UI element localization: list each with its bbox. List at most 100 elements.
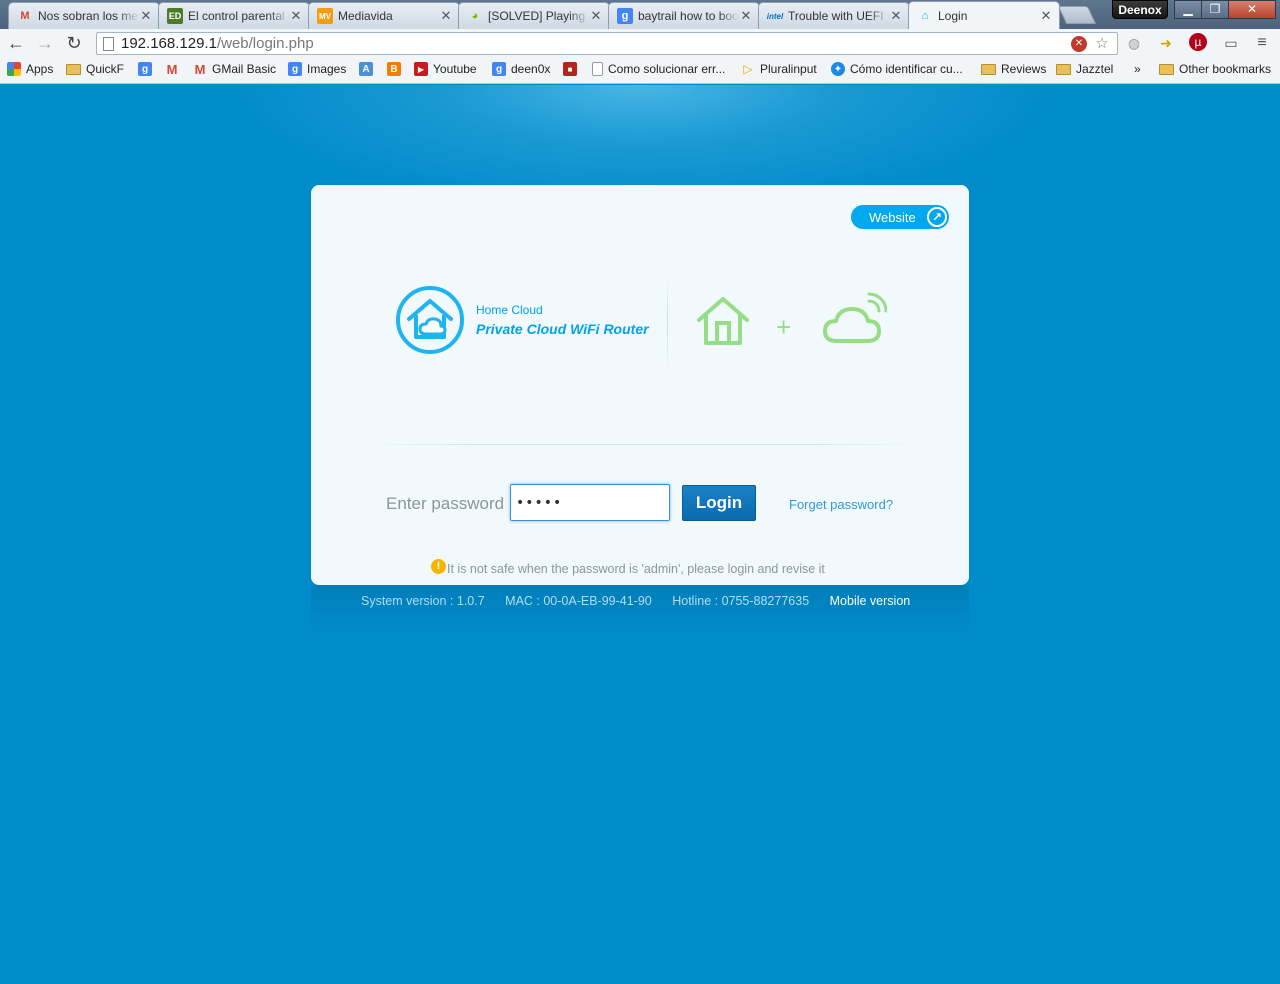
bookmark-apps[interactable]: Apps — [7, 62, 53, 76]
mobile-version-link[interactable]: Mobile version — [830, 594, 911, 608]
bookmark-como-identificar[interactable]: ✦ Cómo identificar cu... — [831, 62, 963, 76]
close-tab-icon[interactable]: ✕ — [139, 8, 153, 24]
translate-icon: A — [359, 62, 373, 76]
warning-icon: ! — [431, 559, 446, 574]
brand-title: Private Cloud WiFi Router — [476, 321, 649, 337]
bookmark-gmail[interactable]: M — [165, 61, 184, 77]
new-tab-button[interactable] — [1057, 6, 1097, 24]
folder-icon — [1056, 63, 1071, 75]
nvidia-icon: ◕ — [471, 10, 479, 22]
forgot-password-link[interactable]: Forget password? — [789, 497, 893, 512]
maximize-button[interactable]: ❐ — [1201, 0, 1229, 19]
bookmark-red[interactable]: ■ — [563, 62, 582, 76]
horizontal-divider — [361, 444, 921, 445]
footer-info: System version : 1.0.7 MAC : 00-0A-EB-99… — [361, 594, 910, 608]
password-input[interactable] — [510, 484, 670, 521]
close-tab-icon[interactable]: ✕ — [739, 8, 753, 24]
minimize-button[interactable]: ▁ — [1174, 0, 1202, 19]
website-button[interactable]: Website ↗ — [851, 205, 949, 229]
tab-title: baytrail how to boot — [638, 9, 739, 23]
bookmark-reviews[interactable]: Reviews — [981, 62, 1046, 76]
home-cloud-logo-icon — [396, 286, 464, 354]
forward-button[interactable]: → — [35, 33, 55, 53]
bookmark-google[interactable]: g — [138, 62, 157, 76]
close-tab-icon[interactable]: ✕ — [289, 8, 303, 24]
tab-mediavida[interactable]: MV Mediavida ✕ — [308, 2, 460, 29]
close-window-button[interactable]: ✕ — [1228, 0, 1276, 19]
gmail-icon: M — [166, 61, 178, 77]
vertical-divider — [667, 273, 668, 373]
website-label: Website — [869, 209, 916, 225]
utorrent-icon[interactable]: µ — [1189, 33, 1207, 51]
bookmark-images[interactable]: g Images — [288, 62, 346, 76]
ed-icon: ED — [167, 8, 183, 24]
close-tab-icon[interactable]: ✕ — [1039, 8, 1053, 24]
arrow-up-right-icon: ↗ — [927, 207, 947, 227]
menu-icon[interactable]: ≡ — [1252, 33, 1272, 53]
page-content: Website ↗ Home Cloud Private Cloud WiFi … — [0, 85, 1280, 984]
tab-solved[interactable]: ◕ [SOLVED] Playing ✕ — [458, 2, 610, 29]
hotline: Hotline : 0755-88277635 — [672, 594, 810, 608]
blocked-icon[interactable]: ✕ — [1071, 36, 1087, 52]
tab-title: [SOLVED] Playing — [488, 9, 586, 23]
bookmark-gmail-basic[interactable]: M GMail Basic — [193, 61, 276, 77]
tab-title: Nos sobran los medios — [38, 9, 139, 23]
tab-uefi[interactable]: intel Trouble with UEFI ✕ — [758, 2, 910, 29]
play-icon: ▷ — [743, 62, 753, 76]
accessibility-icon: ✦ — [831, 62, 845, 76]
gmail-icon: M — [20, 10, 30, 22]
bookmarks-overflow-button[interactable]: » — [1134, 62, 1141, 76]
bookmark-pluralinput[interactable]: ▷ Pluralinput — [741, 62, 816, 76]
close-tab-icon[interactable]: ✕ — [889, 8, 903, 24]
bookmark-translate[interactable]: A — [359, 62, 378, 76]
login-button[interactable]: Login — [682, 485, 756, 521]
url-text: 192.168.129.1/web/login.php — [121, 35, 314, 52]
intel-icon: intel — [766, 11, 784, 21]
password-label: Enter password — [386, 494, 505, 513]
youtube-icon: ▶ — [414, 62, 428, 76]
back-button[interactable]: ← — [6, 33, 26, 53]
mv-icon: MV — [317, 8, 333, 24]
folder-icon — [66, 63, 81, 75]
bookmark-jazztel[interactable]: Jazztel — [1056, 62, 1113, 76]
tab-baytrail[interactable]: g baytrail how to boot ✕ — [608, 2, 760, 29]
tab-title: Login — [938, 8, 968, 23]
google-icon: g — [138, 62, 152, 76]
browser-toolbar: ← → ↻ 192.168.129.1/web/login.php ✕ ☆ ◍ … — [0, 29, 1280, 57]
address-bar[interactable]: 192.168.129.1/web/login.php ✕ ☆ — [96, 32, 1118, 55]
bookmark-other-bookmarks[interactable]: Other bookmarks — [1159, 62, 1271, 76]
extension-icon[interactable]: ➜ — [1156, 33, 1176, 53]
home-cloud-icon: ⌂ — [921, 9, 929, 22]
tab-control-parental[interactable]: ED El control parental ✕ — [158, 2, 310, 29]
plus-icon: + — [776, 312, 792, 342]
house-icon — [697, 297, 749, 345]
login-card: Website ↗ Home Cloud Private Cloud WiFi … — [311, 185, 969, 585]
reload-button[interactable]: ↻ — [64, 33, 84, 53]
tab-gmail[interactable]: M Nos sobran los medios ✕ — [8, 2, 160, 29]
bookmark-quickf[interactable]: QuickF — [66, 62, 124, 76]
close-tab-icon[interactable]: ✕ — [439, 8, 453, 24]
gmail-icon: M — [194, 61, 206, 77]
apps-grid-icon — [7, 62, 21, 76]
globe-icon[interactable]: ◍ — [1124, 33, 1144, 53]
close-tab-icon[interactable]: ✕ — [589, 8, 603, 24]
bookmark-como-solucionar[interactable]: Como solucionar err... — [592, 62, 725, 76]
folder-icon — [981, 63, 996, 75]
bookmark-deen0x[interactable]: g deen0x — [492, 62, 550, 76]
red-square-icon: ■ — [563, 62, 577, 76]
user-profile-badge[interactable]: Deenox — [1112, 0, 1168, 19]
card-shadow — [311, 585, 969, 633]
system-version: System version : 1.0.7 — [361, 594, 485, 608]
page-icon — [592, 62, 603, 76]
cast-icon[interactable]: ▭ — [1221, 33, 1241, 53]
bookmark-star-icon[interactable]: ☆ — [1093, 35, 1111, 53]
tab-title: El control parental — [188, 9, 285, 23]
bookmarks-bar: Apps QuickF g M M GMail Basic g Images A B… — [0, 57, 1280, 84]
bookmark-youtube[interactable]: ▶ Youtube — [414, 62, 477, 76]
tab-title: Mediavida — [338, 9, 393, 23]
google-icon: g — [617, 8, 633, 24]
tab-login[interactable]: ⌂ Login ✕ — [908, 1, 1060, 29]
bookmark-blogger[interactable]: B — [387, 62, 406, 76]
google-icon: g — [288, 62, 302, 76]
tab-title: Trouble with UEFI — [788, 9, 884, 23]
